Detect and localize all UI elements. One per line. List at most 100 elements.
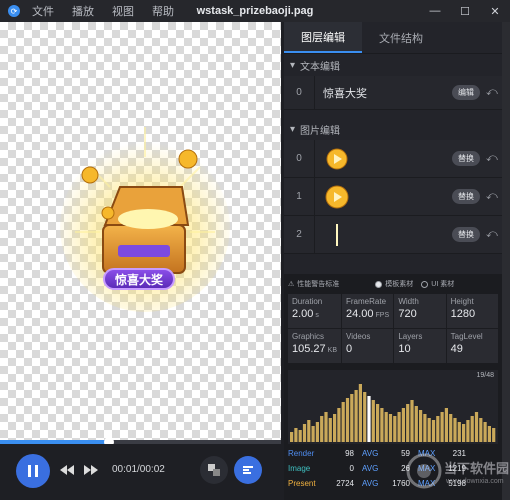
edit-text-button[interactable]: 编辑 <box>452 85 480 100</box>
timing-name: Present <box>288 479 316 488</box>
pause-button[interactable] <box>16 454 50 488</box>
revert-icon[interactable]: ⤺ <box>486 228 502 241</box>
frame-bar <box>427 418 431 442</box>
player-controls: 00:01/00:02 <box>0 444 281 500</box>
avg-label: AVG <box>362 464 379 473</box>
menu-help[interactable]: 帮助 <box>152 3 174 19</box>
perf-options: ⚠ 性能警告标准 模板素材 UI 素材 <box>284 274 502 294</box>
frame-bar <box>298 430 302 442</box>
frame-bar <box>358 384 362 442</box>
menu-file[interactable]: 文件 <box>32 3 54 19</box>
frame-bar <box>341 402 345 442</box>
close-icon[interactable]: ✕ <box>480 0 510 22</box>
stat-label: TagLevel <box>450 332 483 341</box>
panel-tabs: 图层编辑 文件结构 <box>284 22 502 54</box>
frame-bar <box>462 424 466 442</box>
frame-bar <box>345 398 350 442</box>
frame-bar <box>363 392 367 442</box>
frame-bar <box>311 426 315 442</box>
coin-thumbnail <box>315 184 452 210</box>
minimize-icon[interactable]: — <box>420 0 450 22</box>
image-layer-row: 2 替换 ⤺ <box>284 216 502 254</box>
panel-scrollbar[interactable] <box>502 22 510 500</box>
stat-value: 720 <box>398 308 441 320</box>
replace-image-button[interactable]: 替换 <box>452 227 480 242</box>
avg-label: AVG <box>362 479 379 488</box>
image-section-title: 图片编辑 <box>300 125 341 137</box>
row-index: 0 <box>296 87 302 98</box>
replace-image-button[interactable]: 替换 <box>452 189 480 204</box>
stat-cell: Width 720 <box>394 294 446 328</box>
template-radio[interactable] <box>375 280 383 288</box>
image-layer-row: 0 替换 ⤺ <box>284 140 502 178</box>
frame-bar <box>474 412 479 442</box>
ui-radio[interactable] <box>421 280 429 288</box>
app-logo-icon: ⟳ <box>8 5 20 17</box>
menu-view[interactable]: 视图 <box>112 3 134 19</box>
frame-bar <box>294 428 298 442</box>
light-streak-thumbnail <box>315 222 452 248</box>
stat-number: 0 <box>346 343 353 355</box>
timing-value: 0 <box>349 464 354 473</box>
timing-value: 2724 <box>336 479 354 488</box>
frame-bar <box>307 420 311 442</box>
frame-bar <box>423 414 427 442</box>
row-index: 0 <box>296 153 302 164</box>
frame-bar <box>337 408 341 442</box>
text-section-title: 文本编辑 <box>300 61 341 73</box>
avg-label: AVG <box>362 449 379 458</box>
frame-counter: 19/48 <box>476 372 494 379</box>
timing-value: 98 <box>345 449 354 458</box>
stat-number: 49 <box>450 343 463 355</box>
forward-button[interactable] <box>84 462 98 478</box>
revert-icon[interactable]: ⤺ <box>486 86 502 99</box>
frame-bar <box>384 412 388 442</box>
frame-chart-svg <box>290 384 496 442</box>
stat-value: 0 <box>346 343 389 355</box>
row-index: 2 <box>296 229 302 240</box>
stat-value: 105.27 KB <box>292 343 337 355</box>
tab-layer-edit[interactable]: 图层编辑 <box>284 22 362 53</box>
stat-number: 2.00 <box>292 308 314 320</box>
panel-toggle-button[interactable] <box>234 456 262 484</box>
stat-unit: s <box>315 312 319 319</box>
frame-bar <box>315 422 319 442</box>
stat-cell: Layers 10 <box>394 329 446 363</box>
frame-bar <box>444 408 448 442</box>
stat-label: Videos <box>346 332 371 341</box>
revert-icon[interactable]: ⤺ <box>486 190 502 203</box>
time-readout: 00:01/00:02 <box>112 464 165 475</box>
text-section-header[interactable]: ▾ 文本编辑 <box>284 54 502 76</box>
revert-icon[interactable]: ⤺ <box>486 152 502 165</box>
collapse-icon: ▾ <box>290 59 296 71</box>
menu-play[interactable]: 播放 <box>72 3 94 19</box>
frame-bar <box>419 410 423 442</box>
frame-bar <box>410 400 414 442</box>
frame-bar <box>376 404 380 442</box>
image-section-header[interactable]: ▾ 图片编辑 <box>284 118 502 140</box>
frame-bar <box>487 426 491 442</box>
frame-bar <box>324 412 328 442</box>
stat-number: 720 <box>398 308 417 320</box>
stat-cell: Graphics 105.27 KB <box>288 329 341 363</box>
frame-bar <box>290 432 294 442</box>
maximize-icon[interactable]: ☐ <box>450 0 480 22</box>
frame-bar <box>449 414 453 442</box>
timing-name: Render <box>288 449 315 458</box>
replace-image-button[interactable]: 替换 <box>452 151 480 166</box>
frame-bar <box>440 412 444 442</box>
text-layer-value: 惊喜大奖 <box>323 87 367 100</box>
background-toggle-button[interactable] <box>200 456 228 484</box>
frame-bar <box>388 414 393 442</box>
stat-number: 24.00 <box>346 308 374 320</box>
frame-bar <box>302 424 307 442</box>
watermark-text: 当下软件园 <box>444 461 510 476</box>
stat-number: 10 <box>398 343 411 355</box>
preview-canvas[interactable]: 惊喜大奖 <box>0 22 281 440</box>
stat-value: 24.00 FPS <box>346 308 389 320</box>
pause-icon <box>28 465 38 477</box>
stat-cell: Height 1280 <box>446 294 498 328</box>
rewind-button[interactable] <box>60 462 74 478</box>
stat-value: 2.00 s <box>292 308 337 320</box>
tab-file-structure[interactable]: 文件结构 <box>362 22 440 53</box>
